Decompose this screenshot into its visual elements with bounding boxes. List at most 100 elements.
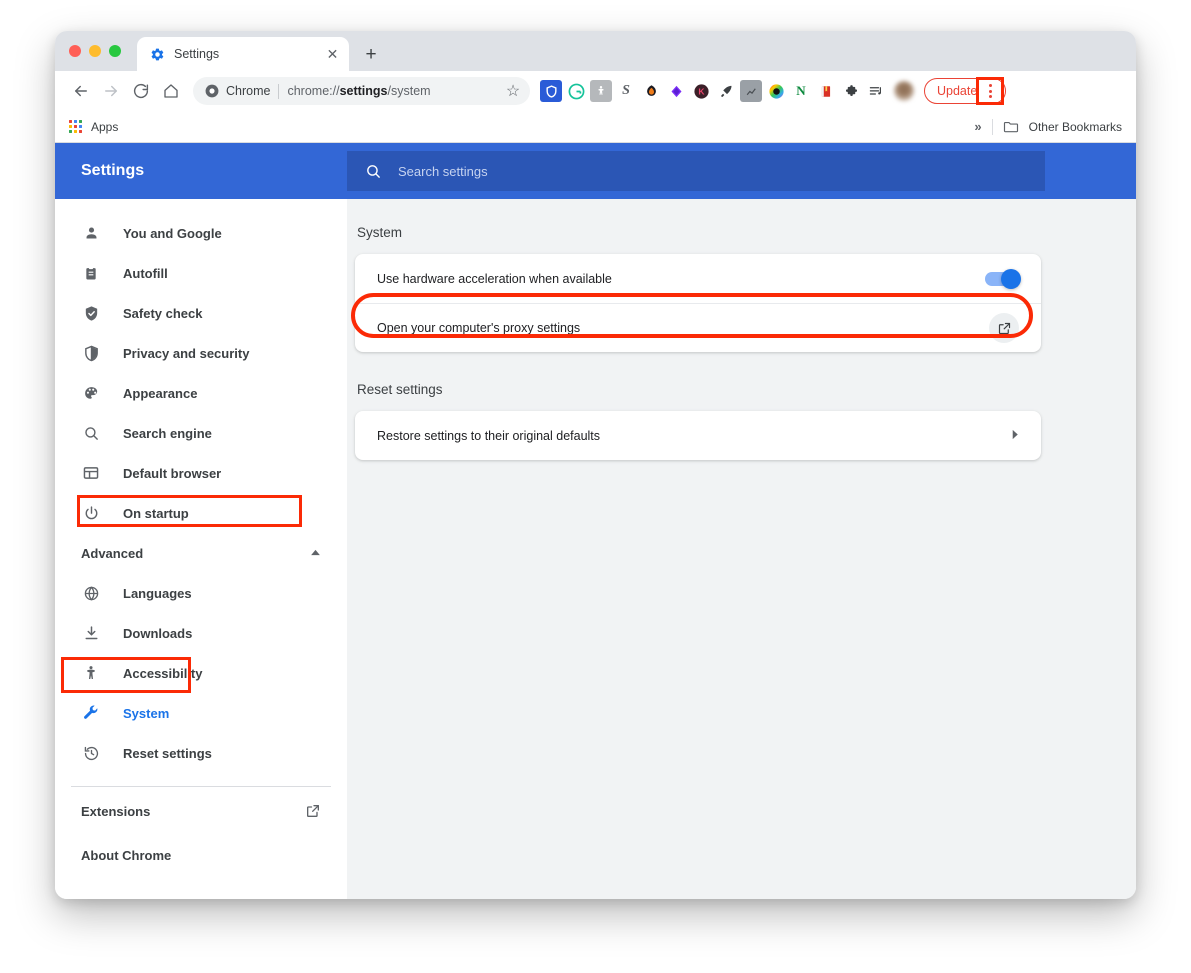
notion-n-extension-icon[interactable]: N xyxy=(790,80,812,102)
forward-button[interactable] xyxy=(97,77,125,105)
puzzle-extension-icon[interactable] xyxy=(840,80,862,102)
sidebar-item-system[interactable]: System xyxy=(55,693,347,733)
tab-strip: Settings ✕ + xyxy=(55,31,1136,71)
bookmarks-bar: Apps » Other Bookmarks xyxy=(55,111,1136,143)
update-button[interactable]: Update xyxy=(924,78,1006,104)
sidebar-item-on-startup[interactable]: On startup xyxy=(55,493,347,533)
swirl-extension-icon[interactable] xyxy=(640,80,662,102)
s-extension-icon[interactable]: S xyxy=(615,80,637,102)
gear-icon xyxy=(149,46,165,62)
person-icon xyxy=(81,223,101,243)
sidebar-item-safety-check[interactable]: Safety check xyxy=(55,293,347,333)
search-settings-placeholder: Search settings xyxy=(398,164,488,179)
apps-shortcut[interactable]: Apps xyxy=(69,120,118,134)
browser-window: Settings ✕ + Chrome chrome://setting xyxy=(55,31,1136,899)
sidebar-item-label: Privacy and security xyxy=(123,346,249,361)
history-icon xyxy=(81,743,101,763)
advanced-nav-row[interactable]: Advanced xyxy=(55,533,347,573)
restore-defaults-row[interactable]: Restore settings to their original defau… xyxy=(355,411,1041,460)
sidebar-item-accessibility[interactable]: Accessibility xyxy=(55,653,347,693)
sidebar-item-extensions[interactable]: Extensions xyxy=(55,791,347,831)
minimize-window-button[interactable] xyxy=(89,45,101,57)
sidebar-item-label: Safety check xyxy=(123,306,203,321)
sidebar-item-label: On startup xyxy=(123,506,189,521)
update-button-label: Update xyxy=(937,84,977,98)
sidebar-divider xyxy=(71,786,331,787)
page-title: Settings xyxy=(55,162,347,180)
browser-tab-settings[interactable]: Settings ✕ xyxy=(137,37,349,71)
extension-tray: S K xyxy=(540,80,887,102)
settings-header: Settings Search settings xyxy=(55,143,1136,199)
section-gap xyxy=(355,352,1041,382)
proxy-settings-row[interactable]: Open your computer's proxy settings xyxy=(355,303,1041,352)
power-icon xyxy=(81,503,101,523)
sidebar-item-label: About Chrome xyxy=(81,848,171,863)
apps-shortcut-label: Apps xyxy=(91,120,118,134)
rainbow-circle-extension-icon[interactable] xyxy=(765,80,787,102)
sidebar-item-label: Accessibility xyxy=(123,666,203,681)
rocket-extension-icon[interactable] xyxy=(715,80,737,102)
row-control xyxy=(989,313,1019,343)
hardware-acceleration-toggle[interactable] xyxy=(985,272,1019,286)
sidebar-item-label: Extensions xyxy=(81,804,150,819)
back-button[interactable] xyxy=(67,77,95,105)
other-bookmarks-label[interactable]: Other Bookmarks xyxy=(1029,120,1122,134)
address-bar[interactable]: Chrome chrome://settings/system ☆ xyxy=(193,77,530,105)
book-extension-icon[interactable] xyxy=(815,80,837,102)
settings-sidebar: You and Google Autofill Safety check Pri… xyxy=(55,199,347,899)
url-text: chrome://settings/system xyxy=(287,84,494,98)
new-tab-button[interactable]: + xyxy=(357,40,385,68)
search-settings-input[interactable]: Search settings xyxy=(347,151,1045,191)
browser-window-icon xyxy=(81,463,101,483)
close-tab-button[interactable]: ✕ xyxy=(324,46,341,63)
external-link-icon[interactable] xyxy=(989,313,1019,343)
shield-extension-icon[interactable] xyxy=(540,80,562,102)
site-chip-label: Chrome xyxy=(226,84,270,98)
playlist-extension-icon[interactable] xyxy=(865,80,887,102)
chart-extension-icon[interactable] xyxy=(740,80,762,102)
sidebar-item-privacy-and-security[interactable]: Privacy and security xyxy=(55,333,347,373)
wrench-icon xyxy=(81,703,101,723)
clipboard-icon xyxy=(81,263,101,283)
close-window-button[interactable] xyxy=(69,45,81,57)
shield-icon xyxy=(81,343,101,363)
bookmark-star-icon[interactable]: ☆ xyxy=(502,80,524,102)
sidebar-item-autofill[interactable]: Autofill xyxy=(55,253,347,293)
hardware-acceleration-row[interactable]: Use hardware acceleration when available xyxy=(355,254,1041,303)
bookmarks-overflow-button[interactable]: » xyxy=(974,119,981,134)
reset-section-title: Reset settings xyxy=(355,382,1041,397)
avatar[interactable] xyxy=(894,81,914,101)
folder-icon xyxy=(1003,120,1019,133)
chevron-right-icon[interactable] xyxy=(1011,429,1019,443)
sidebar-item-languages[interactable]: Languages xyxy=(55,573,347,613)
k-extension-icon[interactable]: K xyxy=(690,80,712,102)
sidebar-item-label: Search engine xyxy=(123,426,212,441)
three-dot-menu[interactable] xyxy=(979,80,1001,102)
accessibility-icon xyxy=(81,663,101,683)
diamond-extension-icon[interactable] xyxy=(665,80,687,102)
grammarly-extension-icon[interactable] xyxy=(565,80,587,102)
sidebar-item-default-browser[interactable]: Default browser xyxy=(55,453,347,493)
window-traffic-lights xyxy=(69,31,137,71)
settings-body: You and Google Autofill Safety check Pri… xyxy=(55,199,1136,899)
download-icon xyxy=(81,623,101,643)
sidebar-item-label: Downloads xyxy=(123,626,192,641)
url-bold-segment: settings xyxy=(340,84,388,98)
reload-button[interactable] xyxy=(127,77,155,105)
tab-title: Settings xyxy=(174,47,315,61)
bookmarks-bar-right: » Other Bookmarks xyxy=(974,119,1122,135)
sidebar-item-search-engine[interactable]: Search engine xyxy=(55,413,347,453)
apps-grid-icon xyxy=(69,120,83,134)
sidebar-item-reset-settings[interactable]: Reset settings xyxy=(55,733,347,773)
sidebar-item-you-and-google[interactable]: You and Google xyxy=(55,213,347,253)
accessibility-extension-icon[interactable] xyxy=(590,80,612,102)
reset-card: Restore settings to their original defau… xyxy=(355,411,1041,460)
sidebar-item-label: Default browser xyxy=(123,466,221,481)
sidebar-item-downloads[interactable]: Downloads xyxy=(55,613,347,653)
sidebar-item-appearance[interactable]: Appearance xyxy=(55,373,347,413)
maximize-window-button[interactable] xyxy=(109,45,121,57)
sidebar-item-about-chrome[interactable]: About Chrome xyxy=(55,835,347,875)
home-button[interactable] xyxy=(157,77,185,105)
bookmarks-divider xyxy=(992,119,993,135)
settings-main: System Use hardware acceleration when av… xyxy=(347,199,1136,899)
